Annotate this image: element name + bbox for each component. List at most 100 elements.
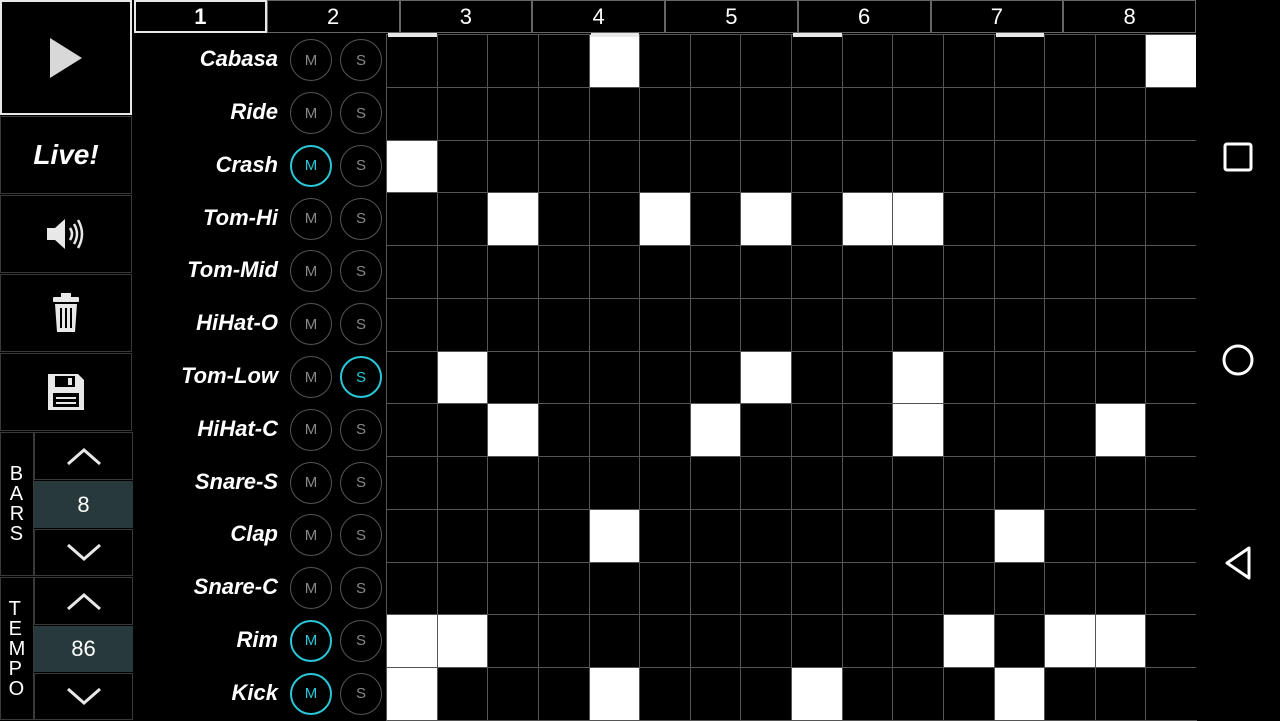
- step-cell[interactable]: [740, 350, 792, 405]
- step-cell[interactable]: [892, 34, 944, 88]
- step-cell[interactable]: [436, 297, 489, 352]
- step-cell[interactable]: [841, 561, 894, 616]
- solo-button[interactable]: S: [340, 92, 382, 135]
- step-cell[interactable]: [791, 297, 843, 352]
- step-cell[interactable]: [1044, 667, 1096, 721]
- step-cell[interactable]: [436, 561, 489, 616]
- step-cell[interactable]: [1094, 614, 1147, 669]
- solo-button[interactable]: S: [340, 408, 382, 451]
- step-cell[interactable]: [791, 508, 843, 563]
- bar-tab-5[interactable]: 5: [665, 0, 798, 33]
- step-cell[interactable]: [487, 456, 539, 510]
- step-cell[interactable]: [1044, 297, 1096, 352]
- bar-tab-1[interactable]: 1: [134, 0, 267, 33]
- step-cell[interactable]: [791, 561, 843, 616]
- clear-button[interactable]: [0, 274, 132, 352]
- step-cell[interactable]: [740, 245, 792, 299]
- step-cell[interactable]: [537, 245, 590, 299]
- step-cell[interactable]: [1145, 614, 1197, 669]
- step-cell[interactable]: [841, 245, 894, 299]
- step-cell[interactable]: [892, 403, 944, 458]
- step-cell[interactable]: [1094, 667, 1147, 721]
- step-cell[interactable]: [537, 34, 590, 88]
- solo-button[interactable]: S: [340, 672, 382, 715]
- step-cell[interactable]: [537, 86, 590, 141]
- step-cell[interactable]: [740, 297, 792, 352]
- step-cell[interactable]: [993, 403, 1046, 458]
- step-cell[interactable]: [1044, 561, 1096, 616]
- step-cell[interactable]: [588, 245, 641, 299]
- step-cell[interactable]: [791, 667, 843, 721]
- step-cell[interactable]: [841, 34, 894, 88]
- step-cell[interactable]: [1094, 508, 1147, 563]
- step-cell[interactable]: [841, 403, 894, 458]
- mute-button[interactable]: M: [290, 92, 332, 135]
- step-cell[interactable]: [841, 667, 894, 721]
- step-cell[interactable]: [487, 614, 539, 669]
- step-cell[interactable]: [1145, 34, 1197, 88]
- mute-button[interactable]: M: [290, 461, 332, 504]
- step-cell[interactable]: [1094, 34, 1147, 88]
- step-cell[interactable]: [689, 561, 742, 616]
- mute-button[interactable]: M: [290, 250, 332, 293]
- step-cell[interactable]: [689, 403, 742, 458]
- solo-button[interactable]: S: [340, 567, 382, 610]
- step-cell[interactable]: [942, 245, 995, 299]
- tempo-increase-button[interactable]: [34, 577, 133, 625]
- step-cell[interactable]: [386, 245, 438, 299]
- step-cell[interactable]: [791, 403, 843, 458]
- bar-tab-4[interactable]: 4: [532, 0, 665, 33]
- step-cell[interactable]: [791, 245, 843, 299]
- step-cell[interactable]: [436, 245, 489, 299]
- step-cell[interactable]: [993, 614, 1046, 669]
- step-cell[interactable]: [436, 667, 489, 721]
- step-cell[interactable]: [588, 614, 641, 669]
- solo-button[interactable]: S: [340, 514, 382, 557]
- step-cell[interactable]: [1094, 139, 1147, 194]
- step-cell[interactable]: [1044, 34, 1096, 88]
- step-cell[interactable]: [689, 614, 742, 669]
- mute-button[interactable]: M: [290, 408, 332, 451]
- live-button[interactable]: Live!: [0, 116, 132, 194]
- step-cell[interactable]: [1044, 403, 1096, 458]
- mute-button[interactable]: M: [290, 514, 332, 557]
- step-cell[interactable]: [487, 34, 539, 88]
- step-cell[interactable]: [892, 297, 944, 352]
- step-cell[interactable]: [841, 86, 894, 141]
- volume-button[interactable]: [0, 195, 132, 273]
- step-cell[interactable]: [436, 614, 489, 669]
- step-cell[interactable]: [791, 139, 843, 194]
- back-button[interactable]: [1218, 543, 1258, 583]
- step-cell[interactable]: [689, 139, 742, 194]
- step-cell[interactable]: [588, 86, 641, 141]
- solo-button[interactable]: S: [340, 250, 382, 293]
- step-cell[interactable]: [791, 456, 843, 510]
- step-cell[interactable]: [993, 245, 1046, 299]
- step-cell[interactable]: [1044, 245, 1096, 299]
- step-cell[interactable]: [487, 508, 539, 563]
- step-cell[interactable]: [487, 139, 539, 194]
- play-button[interactable]: [0, 0, 132, 115]
- step-cell[interactable]: [537, 614, 590, 669]
- step-cell[interactable]: [1094, 86, 1147, 141]
- step-cell[interactable]: [892, 614, 944, 669]
- step-cell[interactable]: [639, 350, 691, 405]
- step-cell[interactable]: [740, 86, 792, 141]
- step-cell[interactable]: [386, 403, 438, 458]
- mute-button[interactable]: M: [290, 144, 332, 187]
- step-cell[interactable]: [993, 34, 1046, 88]
- step-cell[interactable]: [841, 297, 894, 352]
- step-cell[interactable]: [487, 403, 539, 458]
- step-cell[interactable]: [1145, 561, 1197, 616]
- mute-button[interactable]: M: [290, 356, 332, 398]
- step-cell[interactable]: [942, 350, 995, 405]
- step-cell[interactable]: [993, 508, 1046, 563]
- step-cell[interactable]: [993, 667, 1046, 721]
- step-cell[interactable]: [841, 508, 894, 563]
- step-cell[interactable]: [791, 350, 843, 405]
- step-cell[interactable]: [1044, 350, 1096, 405]
- step-cell[interactable]: [841, 614, 894, 669]
- step-cell[interactable]: [588, 508, 641, 563]
- step-cell[interactable]: [537, 192, 590, 247]
- step-cell[interactable]: [537, 403, 590, 458]
